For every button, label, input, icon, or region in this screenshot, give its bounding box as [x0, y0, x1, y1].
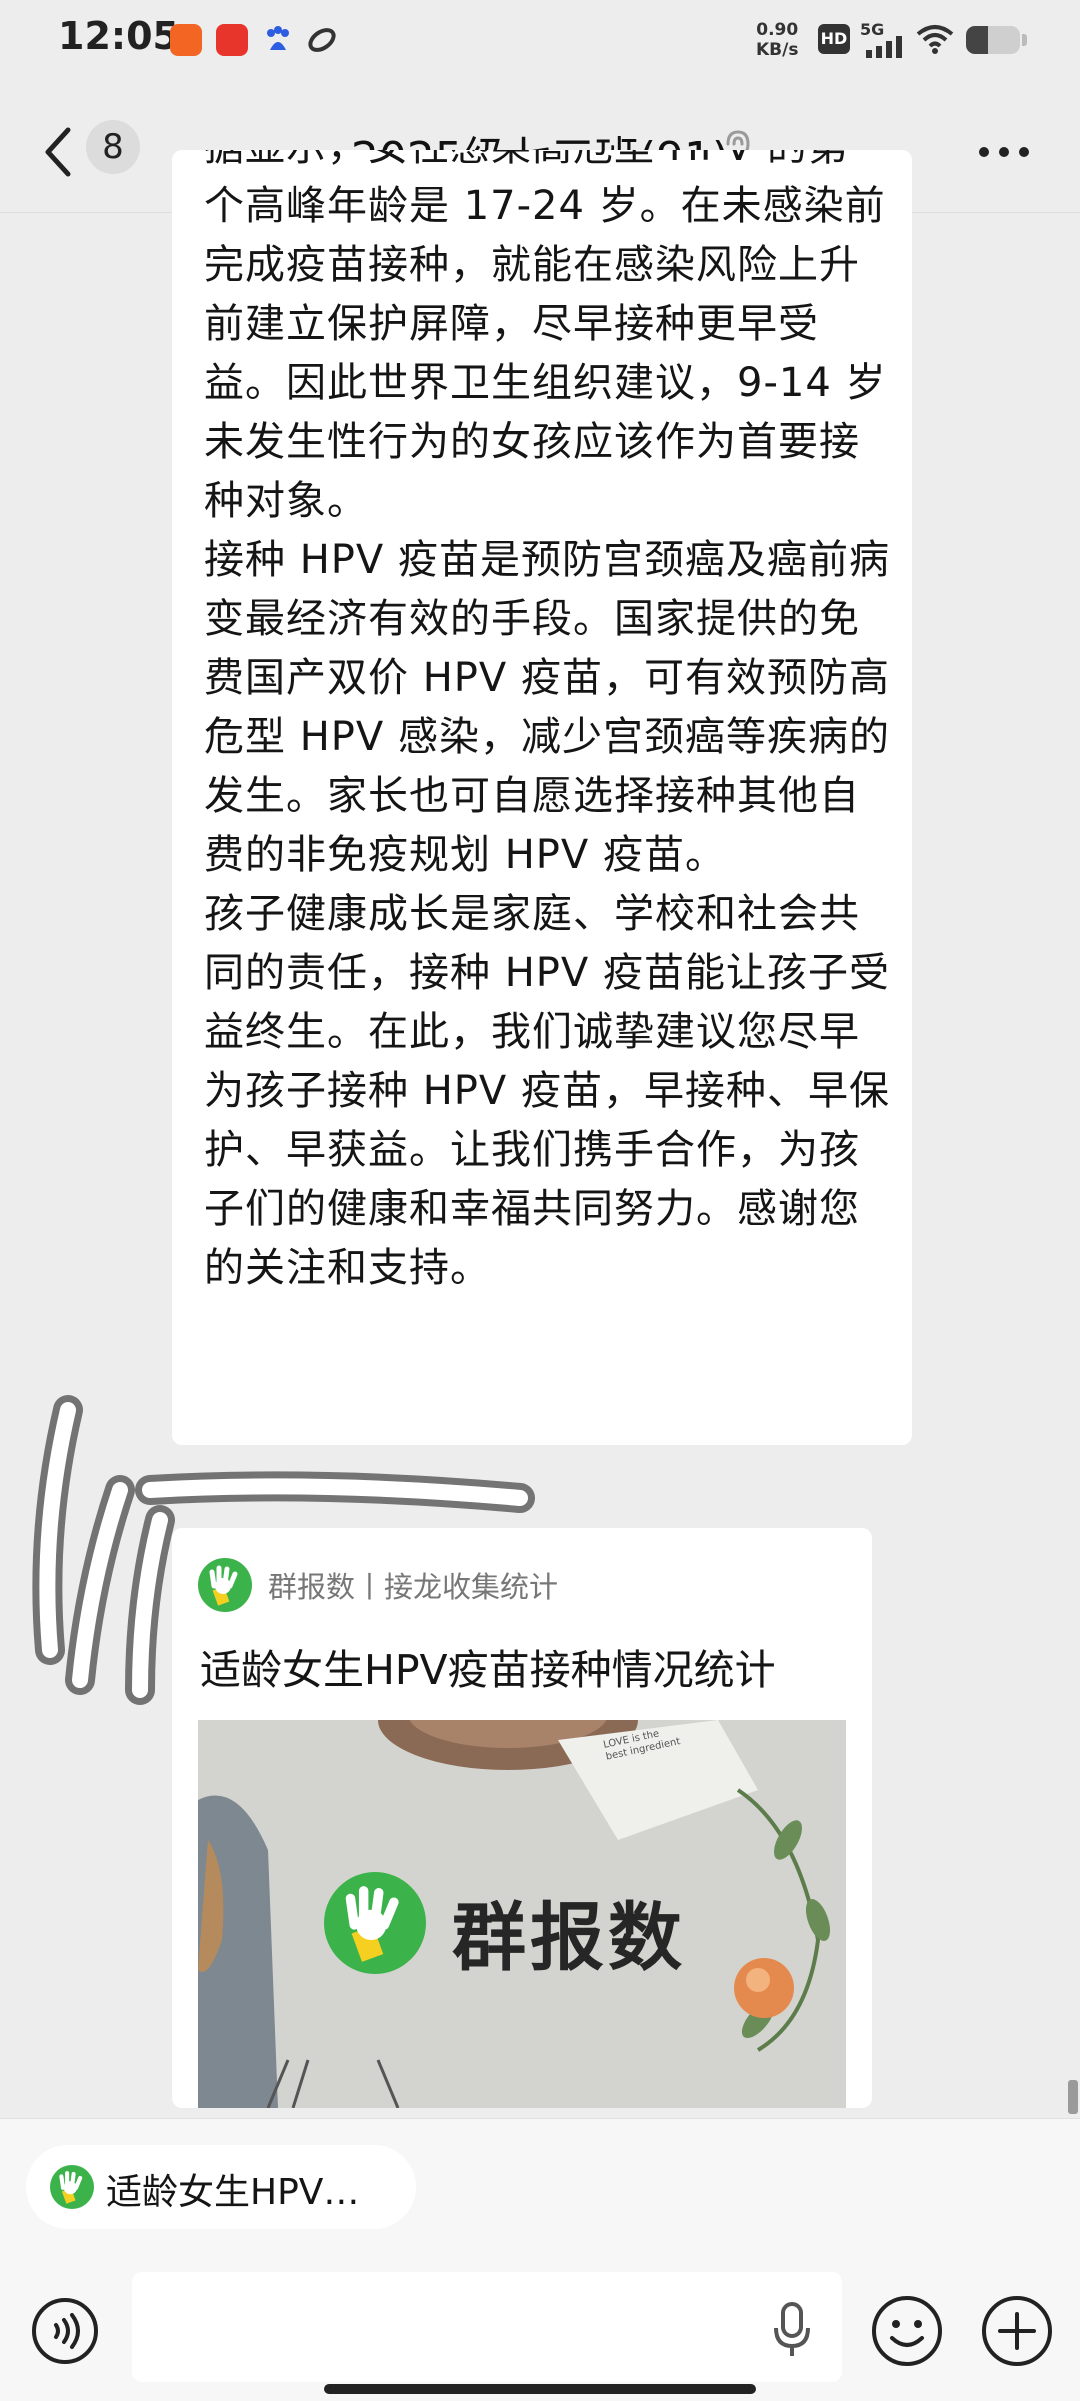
- emoji-button[interactable]: [870, 2294, 944, 2368]
- status-time: 12:05: [58, 14, 179, 58]
- baidu-notification-icon: [262, 24, 294, 56]
- card-title: 适龄女生HPV疫苗接种情况统计: [200, 1646, 776, 1694]
- voice-input-button[interactable]: [30, 2296, 100, 2366]
- battery-icon: [966, 26, 1020, 54]
- message-paragraph: 接种 HPV 疫苗是预防宫颈癌及癌前病变最经济有效的手段。国家提供的免费国产双价…: [204, 537, 890, 878]
- mini-program-card[interactable]: 群报数丨接龙收集统计 适龄女生HPV疫苗接种情况统计 群报数 LOVE is t…: [172, 1528, 872, 2108]
- message-text: 据显示，女性感染高危型 HPV 的第一个高峰年龄是 17-24 岁。在未感染前完…: [204, 150, 894, 1298]
- network-speed: 0.90 KB/s: [756, 20, 799, 60]
- status-bar: 12:05 0.90 KB/s HD 5G: [0, 0, 1080, 80]
- microphone-icon[interactable]: [770, 2300, 814, 2360]
- signal-icon: [866, 36, 902, 58]
- wifi-icon: [916, 25, 954, 54]
- battery-tip: [1022, 34, 1027, 46]
- message-bubble[interactable]: 据显示，女性感染高危型 HPV 的第一个高峰年龄是 17-24 岁。在未感染前完…: [172, 150, 912, 1445]
- card-source-label: 群报数丨接龙收集统计: [268, 1570, 559, 1604]
- home-indicator[interactable]: [324, 2384, 756, 2394]
- battery-level: [966, 26, 988, 54]
- message-paragraph: 孩子健康成长是家庭、学校和社会共同的责任，接种 HPV 疫苗能让孩子受益终生。在…: [204, 891, 890, 1291]
- quoted-card-chip[interactable]: 适龄女生HPV…: [26, 2145, 416, 2229]
- quoted-card-label: 适龄女生HPV…: [106, 2172, 360, 2213]
- more-options-button[interactable]: [976, 140, 1032, 164]
- link-notification-icon: [306, 24, 338, 56]
- card-cover-image: 群报数 LOVE is the best ingredient: [198, 1720, 846, 2108]
- taobao-notification-icon: [216, 24, 248, 56]
- image-logo-icon: [324, 1872, 426, 1974]
- qunbaoshu-logo-icon: [50, 2165, 94, 2209]
- scrollbar-thumb[interactable]: [1068, 2080, 1078, 2114]
- plus-button[interactable]: [980, 2294, 1054, 2368]
- message-input[interactable]: [132, 2272, 842, 2382]
- app-notification-icon: [170, 24, 202, 56]
- qunbaoshu-logo-icon: [198, 1558, 252, 1612]
- image-brand-text: 群报数: [452, 1895, 686, 1981]
- message-paragraph: 据显示，女性感染高危型 HPV 的第一个高峰年龄是 17-24 岁。在未感染前完…: [204, 150, 889, 524]
- hd-badge: HD: [818, 24, 850, 54]
- input-bar: [0, 2266, 1080, 2400]
